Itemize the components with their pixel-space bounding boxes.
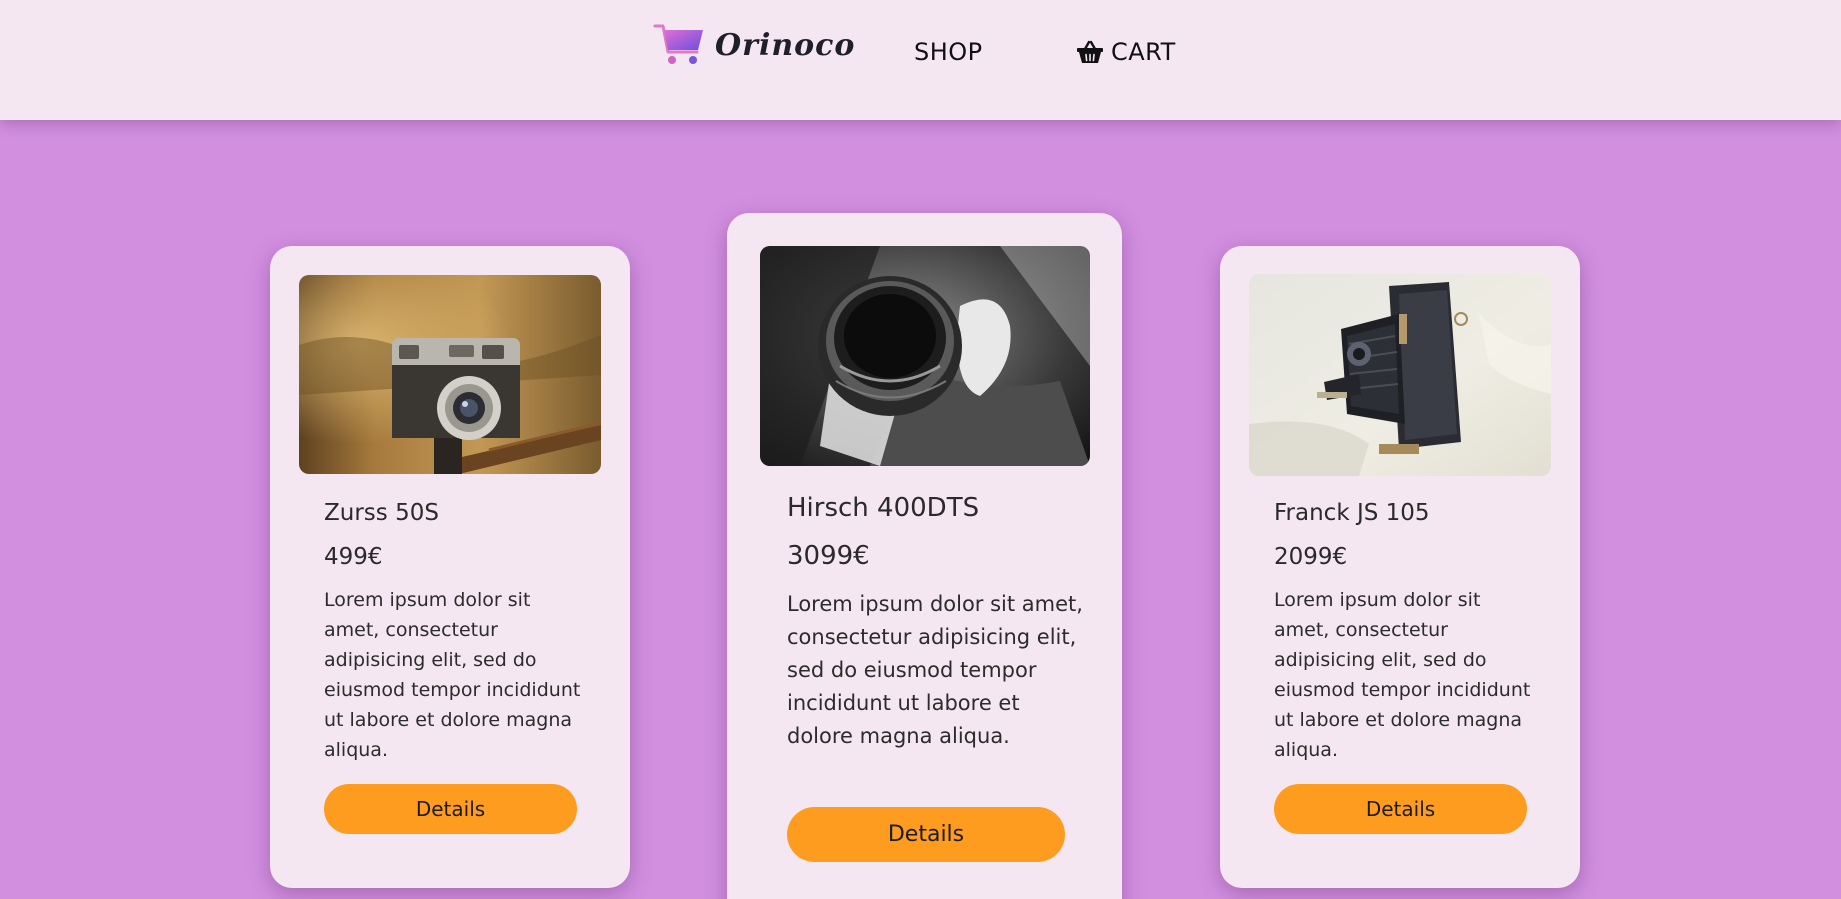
details-button[interactable]: Details (787, 807, 1065, 862)
product-price: 499€ (324, 544, 383, 570)
product-image[interactable] (299, 275, 601, 474)
product-name: Zurss 50S (324, 500, 439, 526)
details-button[interactable]: Details (324, 784, 577, 834)
product-price: 2099€ (1274, 544, 1348, 570)
nav-shop-link[interactable]: SHOP (914, 38, 983, 66)
product-image[interactable] (1249, 274, 1551, 476)
shopping-cart-icon (653, 24, 703, 64)
nav-cart-link[interactable]: CART (1076, 38, 1176, 66)
product-price: 3099€ (787, 541, 870, 571)
product-card: Hirsch 400DTS 3099€ Lorem ipsum dolor si… (727, 213, 1122, 899)
product-name: Hirsch 400DTS (787, 493, 980, 523)
site-header: Orinoco SHOP CART (0, 0, 1841, 120)
basket-icon (1077, 40, 1103, 63)
product-image[interactable] (760, 246, 1090, 466)
logo[interactable]: Orinoco (653, 22, 855, 68)
details-button[interactable]: Details (1274, 784, 1527, 834)
product-description: Lorem ipsum dolor sit amet, consectetur … (1274, 589, 1531, 761)
product-name: Franck JS 105 (1274, 500, 1430, 526)
product-description: Lorem ipsum dolor sit amet, consectetur … (787, 592, 1083, 748)
product-card: Franck JS 105 2099€ Lorem ipsum dolor si… (1220, 246, 1580, 888)
logo-text: Orinoco (715, 27, 856, 63)
product-description: Lorem ipsum dolor sit amet, consectetur … (324, 589, 581, 761)
nav-cart-label: CART (1111, 38, 1176, 66)
product-card: Zurss 50S 499€ Lorem ipsum dolor sit ame… (270, 246, 630, 888)
